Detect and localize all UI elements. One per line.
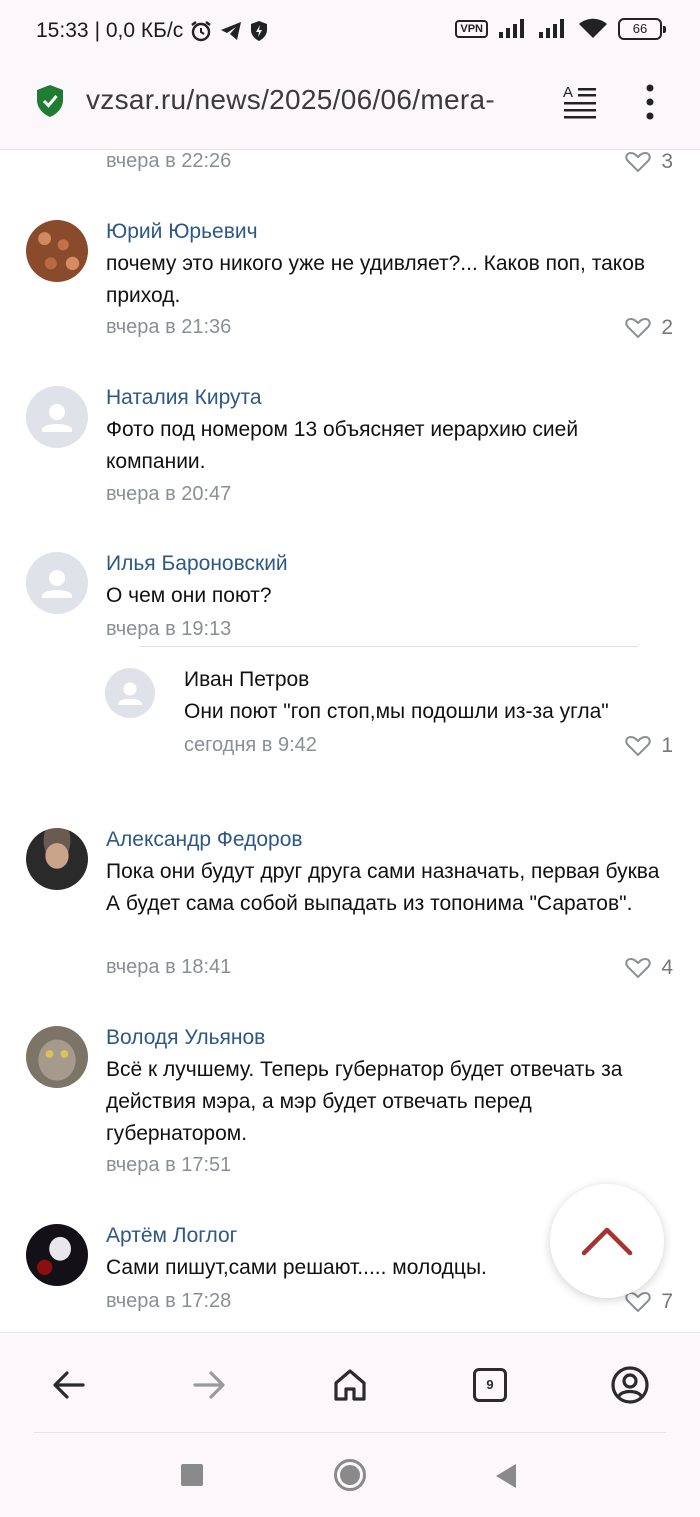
comment-date: вчера в 18:41 bbox=[106, 956, 232, 978]
system-back-icon[interactable] bbox=[494, 1463, 518, 1489]
comment-date: вчера в 17:51 bbox=[106, 1154, 232, 1176]
like-button[interactable]: 4 bbox=[625, 956, 673, 980]
heart-icon bbox=[625, 957, 651, 979]
comment-author[interactable]: Александр Федоров bbox=[106, 828, 303, 852]
comment-feed[interactable]: вчера в 22:26 3 Юрий Юрьевич почему это … bbox=[0, 150, 700, 1332]
alarm-icon bbox=[191, 21, 211, 42]
system-navigation bbox=[0, 1433, 700, 1517]
like-button[interactable]: 2 bbox=[625, 316, 673, 340]
like-count: 3 bbox=[661, 150, 673, 173]
comment-author[interactable]: Илья Бароновский bbox=[106, 552, 288, 576]
signal-icon bbox=[539, 19, 564, 38]
battery-indicator: 66 bbox=[618, 18, 666, 40]
reply-text: Они поют "гоп стоп,мы подошли из-за угла… bbox=[184, 700, 609, 723]
svg-text:A: A bbox=[563, 84, 573, 101]
vpn-badge: VPN bbox=[455, 20, 488, 38]
comment-text: Сами пишут,сами решают..... молодцы. bbox=[106, 1256, 487, 1279]
comment-date: вчера в 17:28 bbox=[106, 1290, 232, 1312]
comment-date: вчера в 20:47 bbox=[106, 483, 232, 505]
browser-toolbar: 9 bbox=[0, 1332, 700, 1434]
status-right: VPN 66 bbox=[455, 18, 666, 40]
comment-date: вчера в 22:26 bbox=[106, 150, 232, 172]
comment-author[interactable]: Володя Ульянов bbox=[106, 1026, 265, 1050]
menu-icon[interactable] bbox=[636, 82, 664, 122]
net-speed: | 0,0 КБ/с bbox=[94, 19, 184, 42]
comment-text: О чем они поют? bbox=[106, 584, 272, 607]
heart-icon bbox=[625, 1291, 651, 1313]
forward-button[interactable] bbox=[187, 1363, 231, 1407]
comment-author[interactable]: Юрий Юрьевич bbox=[106, 220, 258, 244]
avatar[interactable] bbox=[26, 220, 88, 282]
status-left: 15:33 | 0,0 КБ/с bbox=[36, 19, 269, 43]
comment-author[interactable]: Наталия Кирута bbox=[106, 386, 262, 410]
comment-date: вчера в 21:36 bbox=[106, 316, 232, 338]
user-placeholder-icon bbox=[118, 682, 142, 705]
reader-mode-icon[interactable]: A bbox=[560, 82, 600, 122]
like-count: 2 bbox=[661, 316, 673, 339]
heart-icon bbox=[625, 735, 651, 757]
account-icon bbox=[611, 1366, 649, 1404]
user-placeholder-icon bbox=[42, 570, 72, 598]
account-button[interactable] bbox=[608, 1363, 652, 1407]
like-button[interactable]: 1 bbox=[625, 734, 673, 758]
comment-text: Пока они будут друг друга сами назначать… bbox=[106, 860, 660, 915]
wifi-icon bbox=[579, 18, 607, 38]
scroll-top-icon bbox=[581, 1227, 633, 1256]
tabs-button[interactable]: 9 bbox=[468, 1363, 512, 1407]
avatar[interactable] bbox=[26, 552, 88, 614]
telegram-icon bbox=[221, 22, 242, 40]
avatar[interactable] bbox=[26, 1224, 88, 1286]
like-count: 1 bbox=[661, 734, 673, 757]
forward-icon bbox=[193, 1371, 225, 1399]
comment-date: вчера в 19:13 bbox=[106, 618, 232, 640]
like-count: 7 bbox=[661, 1290, 673, 1313]
heart-icon bbox=[625, 151, 651, 173]
secure-shield-icon[interactable] bbox=[36, 84, 64, 118]
signal-icon bbox=[499, 19, 524, 38]
scroll-top-button[interactable] bbox=[550, 1184, 664, 1298]
home-icon bbox=[334, 1369, 366, 1401]
comment-author[interactable]: Артём Логлог bbox=[106, 1224, 237, 1248]
avatar[interactable] bbox=[26, 386, 88, 448]
like-button[interactable]: 7 bbox=[625, 1290, 673, 1314]
heart-icon bbox=[625, 317, 651, 339]
url-text[interactable]: vzsar.ru/news/2025/06/06/mera- bbox=[86, 84, 542, 116]
shield-icon bbox=[251, 21, 268, 41]
clock: 15:33 bbox=[36, 19, 89, 42]
home-circle-icon[interactable] bbox=[333, 1458, 367, 1492]
avatar[interactable] bbox=[26, 1026, 88, 1088]
comment-text: Фото под номером 13 объясняет иерархию с… bbox=[106, 418, 579, 473]
reply-author[interactable]: Иван Петров bbox=[184, 668, 309, 692]
user-placeholder-icon bbox=[42, 404, 72, 432]
comment-text: почему это никого уже не удивляет?... Ка… bbox=[106, 252, 646, 307]
status-bar: 15:33 | 0,0 КБ/с VPN 66 bbox=[0, 0, 700, 62]
like-count: 4 bbox=[661, 956, 673, 979]
reply-date: сегодня в 9:42 bbox=[184, 734, 317, 756]
back-icon bbox=[53, 1371, 85, 1399]
tabs-icon: 9 bbox=[473, 1368, 507, 1402]
reply-divider bbox=[140, 646, 638, 647]
recents-icon[interactable] bbox=[180, 1463, 204, 1487]
comment-text: Всё к лучшему. Теперь губернатор будет о… bbox=[106, 1058, 623, 1145]
avatar[interactable] bbox=[26, 828, 88, 890]
avatar[interactable] bbox=[105, 668, 155, 718]
like-button[interactable]: 3 bbox=[625, 150, 673, 174]
home-button[interactable] bbox=[328, 1363, 372, 1407]
back-button[interactable] bbox=[47, 1363, 91, 1407]
browser-url-bar: vzsar.ru/news/2025/06/06/mera- A bbox=[0, 62, 700, 150]
